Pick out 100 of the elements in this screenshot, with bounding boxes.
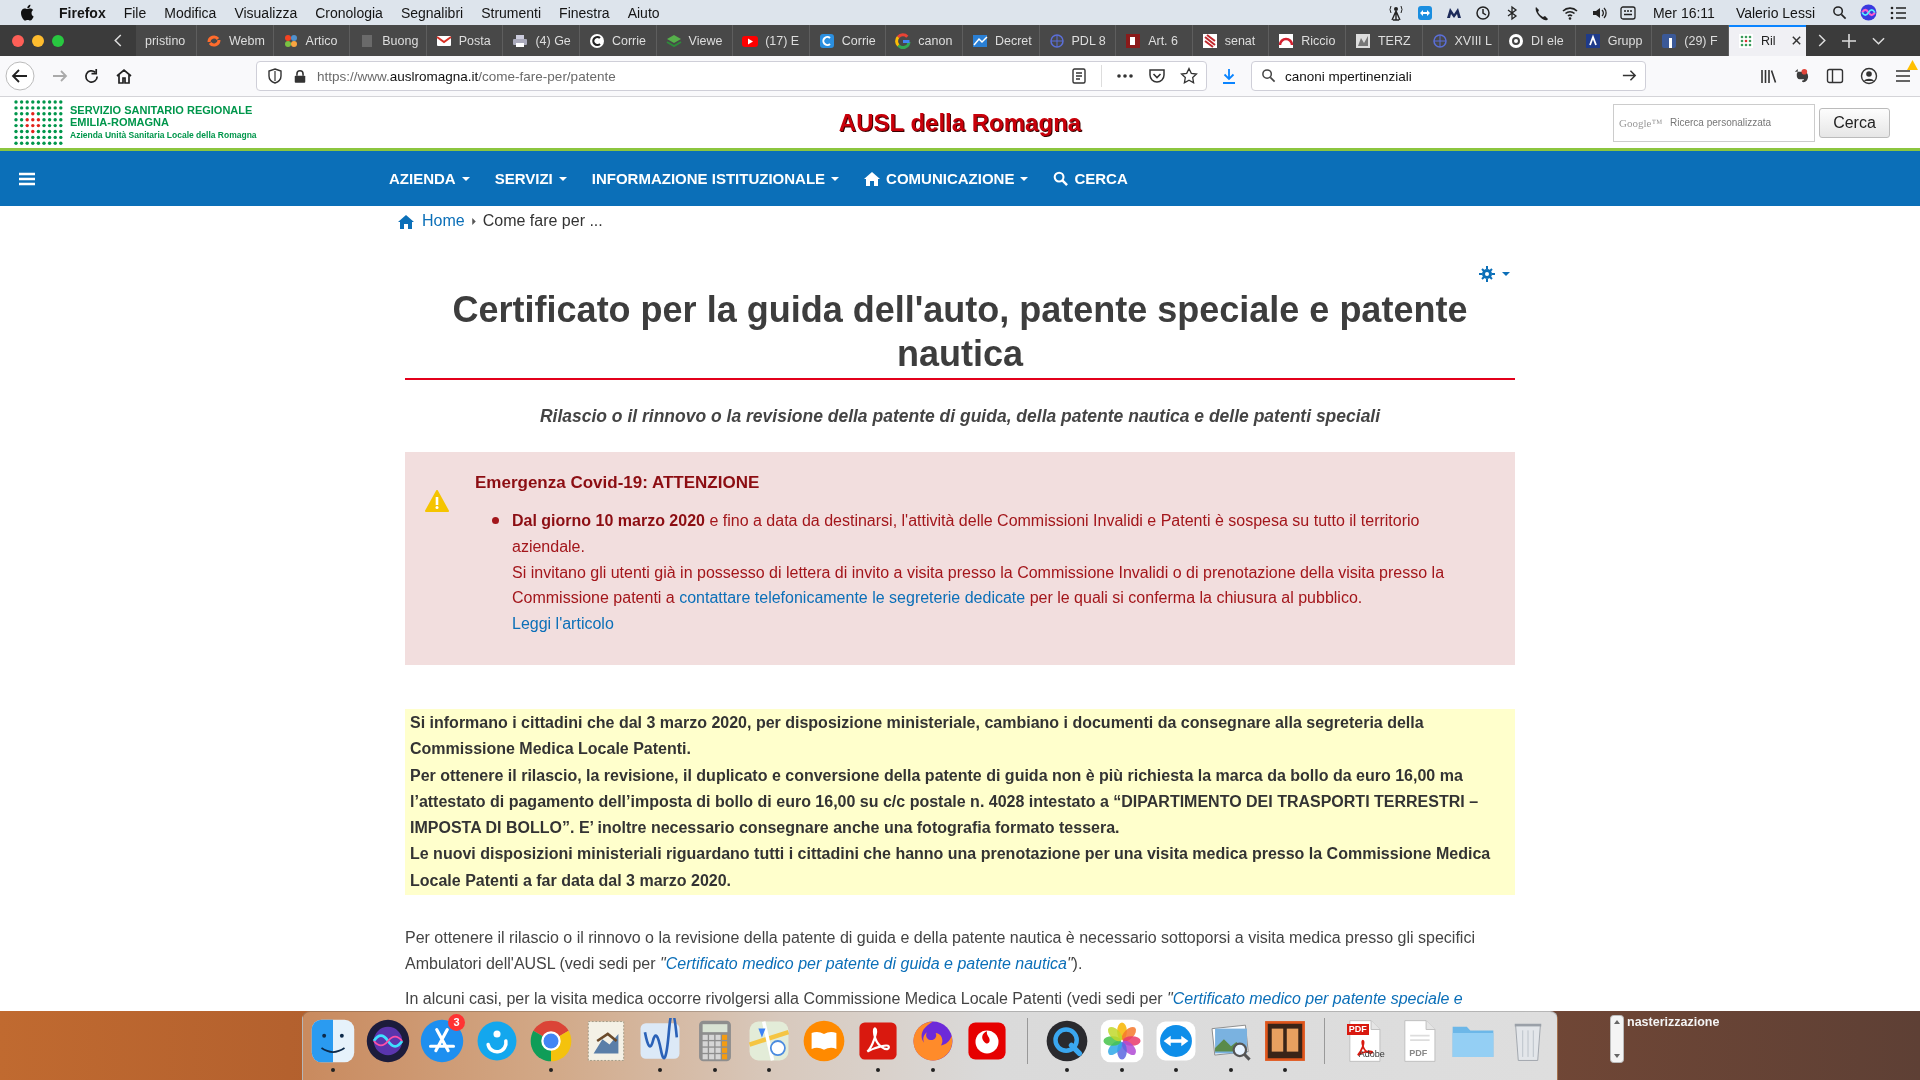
menubar-clock[interactable]: Mer 16:11 xyxy=(1652,4,1715,21)
browser-tab[interactable]: canon xyxy=(885,25,962,56)
flower-icon[interactable] xyxy=(1098,1018,1145,1064)
arrows-tile-icon[interactable] xyxy=(1416,4,1433,21)
nav-link[interactable]: COMUNICAZIONE xyxy=(864,151,1029,206)
address-bar[interactable]: https://www.auslromagna.it/come-fare-per/patente xyxy=(256,61,1207,91)
browser-tab[interactable]: Webm xyxy=(196,25,273,56)
peak-tile-icon xyxy=(1584,32,1601,49)
notice-paragraph: Le nuovi disposizioni ministeriali riguardano tutti i cittadini che hanno una prenotazione per una visita medica presso la Commissione Medica Locale Patenti a far data dal 3 marzo 2020. xyxy=(410,844,1492,891)
nav-link[interactable]: SERVIZI xyxy=(494,151,567,206)
dot-grid-icon xyxy=(1737,32,1754,49)
browser-tab[interactable]: Viewe xyxy=(655,25,733,56)
chevron-down-icon[interactable] xyxy=(1871,36,1885,45)
notification-badge: 3 xyxy=(448,1014,465,1031)
square-icon xyxy=(1125,32,1142,49)
wifi-icon[interactable] xyxy=(1561,4,1578,21)
browser-tab[interactable]: Artico xyxy=(272,25,350,56)
blob-icon[interactable] xyxy=(1793,67,1810,85)
chevron-left-icon[interactable] xyxy=(114,34,122,47)
orb-icon[interactable] xyxy=(1860,4,1877,21)
menu-item[interactable]: Aiuto xyxy=(618,4,669,21)
lock-icon[interactable] xyxy=(293,68,307,84)
account-icon[interactable] xyxy=(1860,67,1878,85)
breadcrumb-link[interactable]: Home xyxy=(398,212,465,230)
browser-tab[interactable]: Riccio xyxy=(1268,25,1345,56)
more-icon[interactable] xyxy=(1116,73,1134,79)
browser-tab[interactable]: Decret xyxy=(961,25,1039,56)
page-subtitle: Rilascio o il rinnovo o la revisione della patente di guida, della patente nautica e delle patenti speciali xyxy=(538,405,1382,428)
home-icon[interactable] xyxy=(115,67,133,85)
browser-tab[interactable]: Art. 6 xyxy=(1115,25,1192,56)
browser-tab[interactable]: Ril xyxy=(1727,25,1806,56)
inline-link[interactable]: Leggi l'articolo xyxy=(512,615,614,633)
reader-view-icon[interactable] xyxy=(1071,68,1087,84)
list-icon[interactable] xyxy=(1890,4,1906,21)
menu-item[interactable]: Visualizza xyxy=(225,4,307,21)
window-close-icon[interactable] xyxy=(12,34,24,47)
warning-icon xyxy=(425,490,449,512)
plus-icon[interactable] xyxy=(1841,33,1856,48)
menu-item[interactable]: Modifica xyxy=(155,4,226,21)
search-icon xyxy=(1261,68,1276,83)
sidebar-icon[interactable] xyxy=(1826,67,1844,85)
back-icon[interactable] xyxy=(5,61,35,91)
shield-icon[interactable] xyxy=(267,68,283,84)
antenna-icon[interactable] xyxy=(1387,4,1404,21)
browser-tab[interactable]: DI ele xyxy=(1498,25,1575,56)
browser-tab[interactable]: (29) F xyxy=(1651,25,1728,56)
nav-link[interactable]: AZIENDA xyxy=(389,151,470,206)
apple-logo-icon[interactable] xyxy=(20,4,34,21)
clock-icon[interactable] xyxy=(1474,4,1491,21)
desktop-item-label[interactable]: nasterizzazione xyxy=(1627,1015,1720,1080)
nav-link[interactable]: INFORMAZIONE ISTITUZIONALE xyxy=(591,151,840,206)
browser-tab[interactable]: Corrie xyxy=(578,25,656,56)
image-icon xyxy=(1354,32,1371,49)
browser-tab[interactable]: Corrie xyxy=(808,25,886,56)
close-icon[interactable] xyxy=(1790,35,1802,46)
app-menu[interactable]: Firefox xyxy=(50,4,115,21)
menu-item[interactable]: Segnalibri xyxy=(391,4,473,21)
scroll-arrows-icon[interactable] xyxy=(1610,1015,1624,1063)
breadcrumb-current: Come fare per ... xyxy=(482,212,603,230)
browser-tab[interactable]: Posta xyxy=(425,25,503,56)
menu-icon[interactable] xyxy=(19,171,35,186)
download-icon[interactable] xyxy=(1220,67,1238,85)
window-zoom-icon[interactable] xyxy=(52,34,64,47)
nav-link[interactable]: CERCA xyxy=(1053,151,1128,206)
browser-tab[interactable]: pristino xyxy=(136,25,196,56)
inline-link[interactable]: Certificato medico per patente speciale e xyxy=(1172,990,1463,1008)
orb-icon[interactable] xyxy=(364,1018,411,1064)
star-icon[interactable] xyxy=(1180,67,1198,85)
keyboard-icon[interactable] xyxy=(1619,4,1636,21)
pocket-icon[interactable] xyxy=(1148,68,1166,84)
face-icon[interactable] xyxy=(310,1018,357,1064)
search-button[interactable]: Cerca xyxy=(1819,107,1890,138)
reload-icon[interactable] xyxy=(83,67,100,85)
menu-icon[interactable] xyxy=(1894,67,1912,85)
menu-item[interactable]: File xyxy=(114,4,156,21)
inline-link[interactable]: contattare telefonicamente le segreterie dedicate xyxy=(679,589,1026,607)
chevron-right-icon[interactable] xyxy=(1817,34,1826,47)
logo-title: EMILIA-ROMAGNA xyxy=(70,116,170,128)
browser-tab[interactable]: PDL 8 xyxy=(1038,25,1116,56)
browser-tab[interactable]: Buong xyxy=(349,25,426,56)
search-icon[interactable] xyxy=(1832,5,1847,20)
library-icon[interactable] xyxy=(1759,67,1777,85)
url-text[interactable]: https://www.auslromagna.it/come-fare-per/patente xyxy=(317,68,1061,84)
browser-tab[interactable]: senat xyxy=(1191,25,1269,56)
layers-icon xyxy=(665,32,682,49)
window-minimize-icon[interactable] xyxy=(32,34,44,47)
inline-link[interactable]: Certificato medico per patente di guida e patente nautica xyxy=(665,955,1067,973)
cross-emblem-icon[interactable] xyxy=(419,1018,466,1064)
browser-tab[interactable]: (4) Ge xyxy=(502,25,579,56)
menu-item[interactable]: Cronologia xyxy=(306,4,392,21)
browser-tab[interactable]: Grupp xyxy=(1574,25,1652,56)
search-field[interactable]: canoni mpertinenziali xyxy=(1251,61,1646,91)
browser-tab[interactable]: TERZ xyxy=(1344,25,1422,56)
menu-item[interactable]: Finestra xyxy=(550,4,619,21)
caret-icon xyxy=(1020,176,1029,181)
browser-tab[interactable]: XVIII L xyxy=(1421,25,1499,56)
menu-item[interactable]: Strumenti xyxy=(472,4,551,21)
user-name[interactable]: Valerio Lessi xyxy=(1735,4,1815,21)
browser-tab[interactable]: (17) E xyxy=(732,25,809,56)
warning-icon xyxy=(1907,60,1918,70)
